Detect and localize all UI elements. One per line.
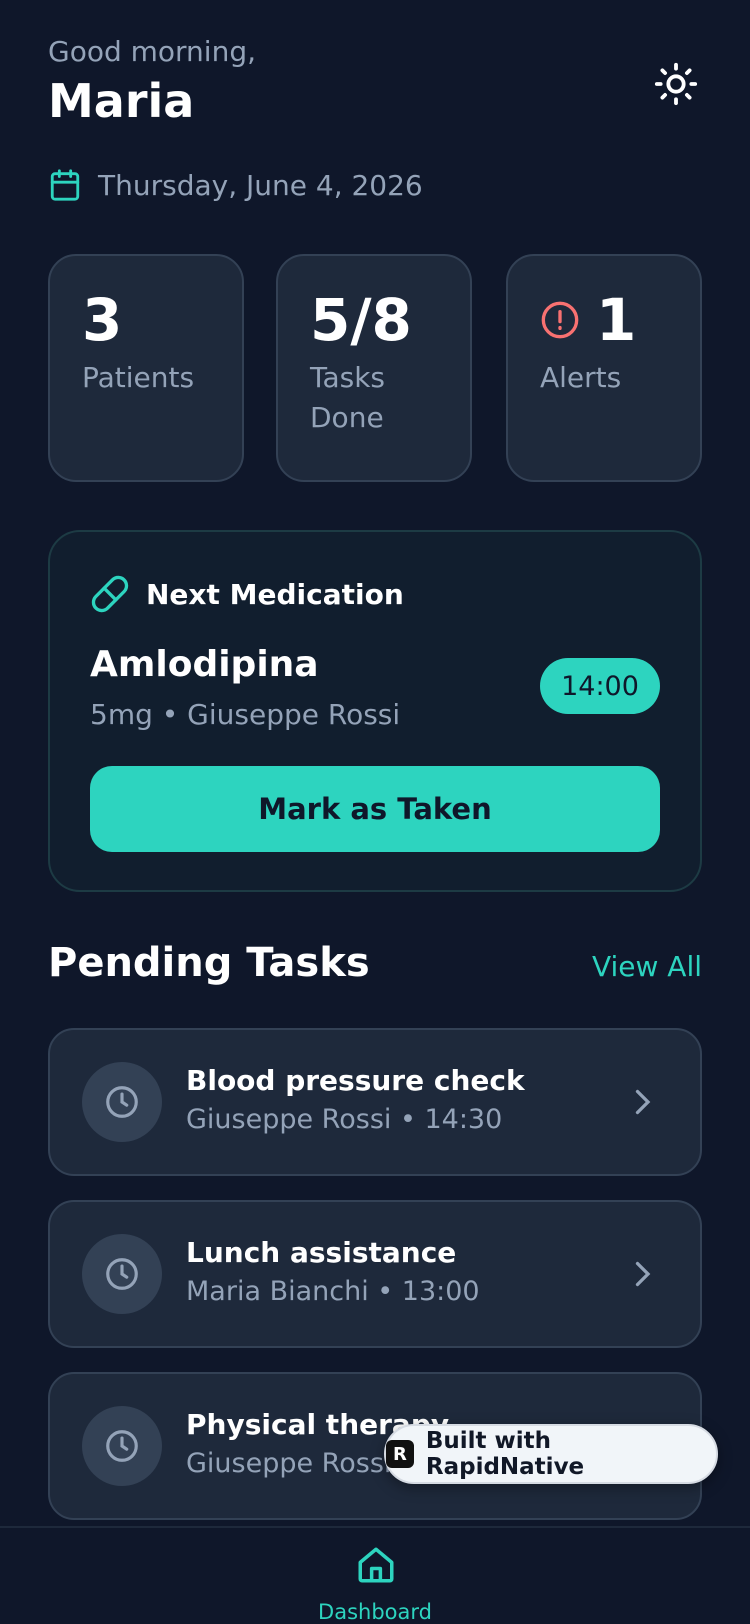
medication-detail: 5mg • Giuseppe Rossi — [90, 698, 401, 731]
task-item[interactable]: Lunch assistance Maria Bianchi • 13:00 — [48, 1200, 702, 1348]
theme-toggle-button[interactable] — [650, 58, 702, 110]
task-title: Lunch assistance — [186, 1236, 457, 1269]
built-with-badge[interactable]: R Built with RapidNative — [384, 1424, 718, 1484]
stat-value: 3 — [82, 286, 123, 354]
stat-card-patients[interactable]: 3 Patients — [48, 254, 244, 482]
greeting-text: Good morning, — [48, 35, 257, 68]
stat-label: Tasks Done — [310, 361, 386, 434]
rapidnative-logo-icon: R — [386, 1440, 414, 1468]
pill-icon — [91, 575, 129, 613]
view-all-link[interactable]: View All — [592, 950, 702, 983]
next-medication-heading: Next Medication — [90, 574, 404, 614]
clock-icon — [106, 1086, 138, 1118]
task-title: Blood pressure check — [186, 1064, 525, 1097]
task-item[interactable]: Blood pressure check Giuseppe Rossi • 14… — [48, 1028, 702, 1176]
alert-circle-icon — [541, 301, 579, 339]
clock-icon — [106, 1258, 138, 1290]
clock-icon — [106, 1430, 138, 1462]
stat-card-tasks[interactable]: 5/8 Tasks Done — [276, 254, 472, 482]
tab-dashboard[interactable]: Dashboard — [0, 1528, 750, 1624]
calendar-icon — [50, 169, 80, 201]
next-medication-card: Next Medication Amlodipina 5mg • Giusepp… — [48, 530, 702, 892]
stat-value-row: 1 — [540, 286, 700, 354]
medication-name: Amlodipina — [90, 644, 319, 685]
chevron-right-icon — [635, 1261, 651, 1287]
stat-value: 1 — [596, 286, 637, 354]
task-subtitle: Giuseppe Rossi — [186, 1448, 392, 1479]
stat-card-alerts[interactable]: 1 Alerts — [506, 254, 702, 482]
task-subtitle: Maria Bianchi • 13:00 — [186, 1276, 480, 1307]
tab-bar: Dashboard — [0, 1526, 750, 1624]
chevron-right-icon — [635, 1089, 651, 1115]
tab-label: Dashboard — [318, 1600, 432, 1624]
dashboard-screen: Good morning, Maria Thursday, June 4, 20… — [0, 0, 750, 1624]
badge-text: Built with RapidNative — [425, 1428, 585, 1480]
next-medication-label: Next Medication — [146, 577, 404, 611]
pending-tasks-title: Pending Tasks — [48, 940, 370, 986]
stat-label: Patients — [82, 361, 195, 394]
home-icon — [358, 1547, 394, 1583]
task-icon-wrap — [82, 1234, 162, 1314]
task-icon-wrap — [82, 1406, 162, 1486]
stat-value: 5/8 — [310, 286, 412, 354]
date-text: Thursday, June 4, 2026 — [98, 168, 423, 202]
sun-icon — [654, 62, 698, 106]
mark-as-taken-button[interactable]: Mark as Taken — [90, 766, 660, 852]
stats-row: 3 Patients 5/8 Tasks Done 1 Alerts — [48, 254, 702, 482]
task-subtitle: Giuseppe Rossi • 14:30 — [186, 1104, 503, 1135]
user-name: Maria — [48, 74, 195, 128]
task-icon-wrap — [82, 1062, 162, 1142]
medication-time-badge: 14:00 — [540, 658, 660, 714]
stat-label: Alerts — [540, 361, 622, 394]
header: Good morning, Maria — [48, 34, 702, 130]
date-row: Thursday, June 4, 2026 — [48, 168, 423, 202]
